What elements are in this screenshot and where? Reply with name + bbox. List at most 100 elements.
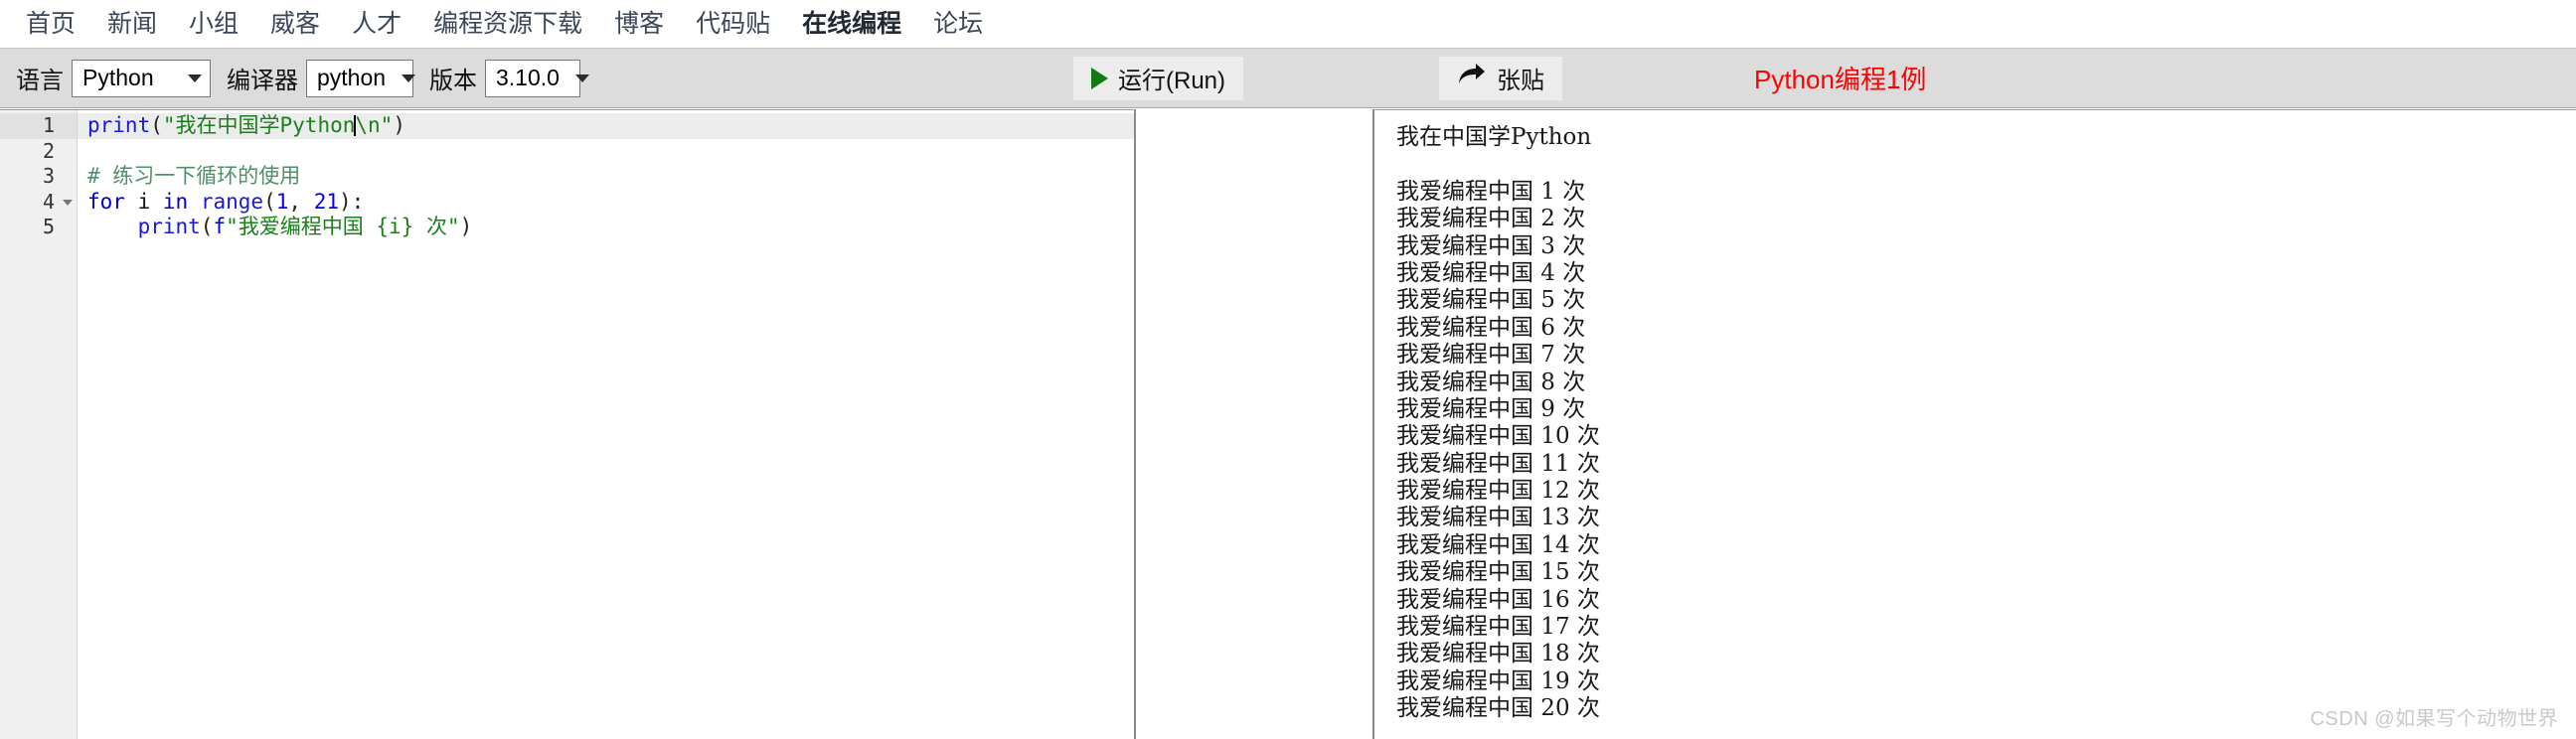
output-line: 我爱编程中国 16 次 xyxy=(1396,586,1600,613)
nav-item-0[interactable]: 首页 xyxy=(10,9,91,39)
code-token: # 练习一下循环的使用 xyxy=(87,164,301,188)
output-line: 我爱编程中国 1 次 xyxy=(1396,178,1586,205)
code-text-area[interactable]: print("我在中国学Python\n") # 练习一下循环的使用 for i … xyxy=(77,110,1134,739)
nav-item-7[interactable]: 代码贴 xyxy=(680,9,786,39)
line-number-gutter: 12345 xyxy=(0,110,77,739)
language-label: 语言 xyxy=(16,68,64,94)
output-line: 我爱编程中国 10 次 xyxy=(1396,423,1600,450)
site-navigation: 首页 新闻 小组 威客 人才 编程资源下载 博客 代码贴 在线编程 论坛 xyxy=(0,0,2576,49)
output-line: 我爱编程中国 6 次 xyxy=(1396,314,1586,341)
code-editor[interactable]: 12345 print("我在中国学Python\n") # 练习一下循环的使用… xyxy=(0,109,1136,739)
online-compiler-page: 首页 新闻 小组 威客 人才 编程资源下载 博客 代码贴 在线编程 论坛 语言 Python 编译… xyxy=(0,0,2576,739)
code-line[interactable]: print(f"我爱编程中国 {i} 次") xyxy=(78,215,1134,240)
language-select[interactable]: Python xyxy=(72,59,211,97)
version-select-value: 3.10.0 xyxy=(496,65,560,90)
code-token: ( xyxy=(200,215,214,238)
nav-item-label: 人才 xyxy=(352,10,402,38)
output-line: 我爱编程中国 18 次 xyxy=(1396,641,1600,667)
code-token: range xyxy=(200,189,264,214)
output-line: 我爱编程中国 8 次 xyxy=(1396,369,1586,395)
output-panel: 我在中国学Python 我爱编程中国 1 次我爱编程中国 2 次我爱编程中国 3… xyxy=(1372,109,2576,739)
nav-item-1[interactable]: 新闻 xyxy=(91,9,173,39)
output-line: 我爱编程中国 5 次 xyxy=(1396,287,1586,314)
fold-collapse-icon[interactable] xyxy=(63,199,73,206)
code-token: for xyxy=(87,189,125,214)
chevron-down-icon xyxy=(402,74,416,82)
output-line: 我爱编程中国 11 次 xyxy=(1396,450,1600,477)
code-token: ) xyxy=(393,113,405,137)
compiler-label: 编译器 xyxy=(227,68,298,94)
output-line: 我爱编程中国 9 次 xyxy=(1396,395,1586,422)
output-line: 我爱编程中国 14 次 xyxy=(1396,531,1600,558)
line-number: 3 xyxy=(42,164,55,188)
output-line: 我在中国学Python xyxy=(1396,124,1592,150)
nav-item-label: 首页 xyxy=(26,10,77,38)
watermark: CSDN @如果写个动物世界 xyxy=(2310,708,2558,730)
nav-item-9[interactable]: 论坛 xyxy=(917,9,999,39)
code-token: print xyxy=(137,215,201,238)
main-area: 12345 print("我在中国学Python\n") # 练习一下循环的使用… xyxy=(0,109,2576,739)
nav-item-label: 编程资源下载 xyxy=(433,10,583,38)
code-token: print xyxy=(87,113,151,137)
output-line: 我爱编程中国 2 次 xyxy=(1396,206,1586,232)
nav-item-4[interactable]: 人才 xyxy=(336,9,417,39)
output-line: 我爱编程中国 3 次 xyxy=(1396,232,1586,259)
nav-item-8[interactable]: 在线编程 xyxy=(786,9,917,39)
version-select[interactable]: 3.10.0 xyxy=(485,59,589,97)
code-token: ): xyxy=(338,189,365,214)
nav-item-3[interactable]: 威客 xyxy=(254,9,336,39)
output-line: 我爱编程中国 12 次 xyxy=(1396,478,1600,505)
nav-item-label: 威客 xyxy=(270,10,321,38)
code-token: "我爱编程中国 {i} 次" xyxy=(226,215,460,238)
output-line: 我爱编程中国 17 次 xyxy=(1396,614,1600,641)
page-title: Python编程1例 xyxy=(1754,65,1927,94)
nav-item-label: 论坛 xyxy=(933,10,984,38)
chevron-down-icon xyxy=(188,74,202,82)
code-token: f xyxy=(213,215,227,238)
post-button-label: 张贴 xyxy=(1497,68,1544,94)
chevron-down-icon xyxy=(574,74,589,82)
code-line[interactable] xyxy=(78,139,1134,165)
line-number: 4 xyxy=(0,190,77,216)
code-token: i xyxy=(137,189,151,214)
output-line: 我爱编程中国 13 次 xyxy=(1396,505,1600,531)
nav-item-label: 小组 xyxy=(189,10,240,38)
nav-item-6[interactable]: 博客 xyxy=(598,9,680,39)
code-line[interactable]: # 练习一下循环的使用 xyxy=(78,164,1134,190)
play-triangle-icon xyxy=(1091,67,1108,89)
code-token: ( xyxy=(263,189,276,214)
compiler-select[interactable]: python xyxy=(306,59,416,97)
code-token: ( xyxy=(150,113,163,137)
nav-item-label: 新闻 xyxy=(107,10,158,38)
nav-item-label: 代码贴 xyxy=(696,10,771,38)
code-token: ) xyxy=(459,215,473,238)
output-line: 我爱编程中国 19 次 xyxy=(1396,667,1600,694)
code-token: 1 xyxy=(275,189,289,214)
nav-item-label: 博客 xyxy=(614,10,665,38)
code-token: in xyxy=(162,189,189,214)
code-token: \n" xyxy=(355,113,394,137)
nav-item-5[interactable]: 编程资源下载 xyxy=(417,9,598,39)
run-button-label: 运行(Run) xyxy=(1118,68,1226,94)
line-number: 5 xyxy=(42,215,55,238)
line-number: 2 xyxy=(42,138,55,163)
output-line: 我爱编程中国 7 次 xyxy=(1396,342,1586,369)
output-line: 我爱编程中国 4 次 xyxy=(1396,259,1586,286)
run-button[interactable]: 运行(Run) xyxy=(1073,56,1244,100)
output-line: 我爱编程中国 15 次 xyxy=(1396,559,1600,586)
language-select-value: Python xyxy=(82,65,154,90)
editor-toolbar: 语言 Python 编译器 python 版本 3.10.0 运行(Run) 张… xyxy=(0,49,2576,108)
code-line[interactable]: for i in range(1, 21): xyxy=(78,190,1134,216)
nav-item-2[interactable]: 小组 xyxy=(173,9,254,39)
compiler-select-value: python xyxy=(317,65,387,90)
code-token: "我在中国学Python xyxy=(162,113,356,137)
code-token: , xyxy=(288,189,314,214)
post-button[interactable]: 张贴 xyxy=(1439,56,1562,100)
code-token: 21 xyxy=(313,189,339,214)
code-line[interactable]: print("我在中国学Python\n") xyxy=(78,113,1134,139)
